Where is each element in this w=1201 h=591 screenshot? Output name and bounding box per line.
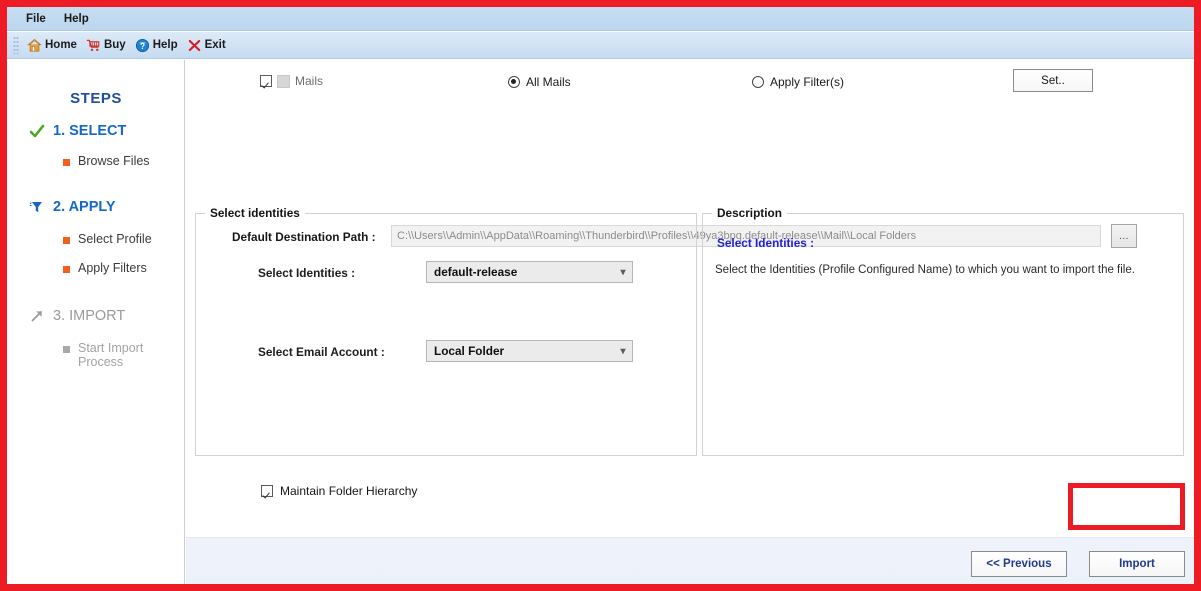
sidebar-item-browse-files-label: Browse Files [78, 154, 150, 168]
select-identities-value: default-release [434, 265, 518, 279]
sidebar-step-select[interactable]: 1. SELECT [29, 123, 126, 139]
select-identities-label: Select Identities : [258, 266, 356, 280]
sidebar-step-import-label: 3. IMPORT [53, 308, 126, 324]
help-circle-icon: ? [135, 38, 149, 52]
green-check-icon [29, 124, 45, 138]
sidebar-step-import[interactable]: 3. IMPORT [29, 308, 125, 324]
description-body: Select the Identities (Profile Configure… [715, 264, 1135, 276]
checkbox-icon[interactable] [260, 75, 272, 87]
sidebar-item-select-profile[interactable]: Select Profile [63, 232, 152, 246]
toolbar-home-button[interactable]: Home [24, 36, 83, 55]
select-email-account-label: Select Email Account : [258, 345, 385, 359]
sidebar-step-select-label: 1. SELECT [53, 123, 127, 139]
steps-title: STEPS [70, 90, 122, 107]
apply-filters-radio-label: Apply Filter(s) [770, 75, 845, 89]
radio-icon[interactable] [508, 76, 520, 88]
description-group: Description Select Identities : Select t… [702, 206, 1184, 456]
screenshot-root: File Help Home Buy ? Help Exit STEPS 1. … [0, 0, 1201, 591]
bullet-icon [63, 159, 70, 166]
mails-checkbox[interactable]: Mails [260, 74, 323, 88]
chevron-down-icon: ▾ [620, 266, 626, 278]
sidebar-step-apply[interactable]: 2. APPLY [29, 199, 116, 215]
footer-bar: << Previous Import [186, 537, 1194, 584]
apply-filters-radio[interactable]: Apply Filter(s) [752, 75, 844, 89]
main-panel: Mails All Mails Apply Filter(s) Set.. De… [186, 60, 1194, 584]
maintain-folder-hierarchy-label: Maintain Folder Hierarchy [280, 484, 418, 498]
chevron-down-icon: ▾ [620, 345, 626, 357]
sidebar-step-apply-label: 2. APPLY [53, 199, 116, 215]
sidebar-item-start-import[interactable]: Start Import Process [63, 341, 168, 369]
toolbar-exit-button[interactable]: Exit [184, 36, 232, 55]
sidebar-item-apply-filters[interactable]: Apply Filters [63, 261, 147, 275]
set-filters-button[interactable]: Set.. [1013, 69, 1093, 92]
toolbar-grip[interactable] [13, 36, 19, 54]
radio-icon[interactable] [752, 76, 764, 88]
toolbar-help-label: Help [152, 39, 178, 51]
bullet-icon [63, 237, 70, 244]
select-email-account-value: Local Folder [434, 344, 505, 358]
menu-help[interactable]: Help [55, 11, 98, 27]
bullet-icon [63, 346, 70, 353]
svg-text:?: ? [140, 41, 145, 50]
cart-icon [86, 39, 100, 51]
steps-sidebar: STEPS 1. SELECT Browse Files 2. APPLY Se… [7, 60, 185, 584]
mail-folder-icon [277, 74, 290, 88]
filter-icon [29, 202, 42, 213]
all-mails-radio[interactable]: All Mails [508, 75, 571, 89]
toolbar-home-label: Home [45, 39, 77, 51]
toolbar-buy-button[interactable]: Buy [83, 36, 132, 55]
menu-file[interactable]: File [17, 11, 55, 27]
all-mails-radio-label: All Mails [526, 75, 571, 89]
description-group-title: Description [712, 206, 787, 220]
select-email-account-dropdown[interactable]: Local Folder ▾ [426, 340, 633, 362]
arrow-up-right-icon [31, 311, 42, 322]
application-window: File Help Home Buy ? Help Exit STEPS 1. … [7, 7, 1194, 584]
previous-button[interactable]: << Previous [971, 551, 1067, 577]
description-heading: Select Identities : [717, 236, 815, 250]
close-x-icon [188, 39, 200, 51]
import-button[interactable]: Import [1089, 551, 1185, 577]
toolbar-help-button[interactable]: ? Help [132, 36, 184, 55]
checkbox-icon[interactable] [261, 485, 273, 497]
toolbar-buy-label: Buy [103, 39, 126, 51]
tool-bar: Home Buy ? Help Exit [7, 32, 1194, 59]
select-identities-group-title: Select identities [205, 206, 305, 220]
mails-checkbox-label: Mails [295, 74, 324, 88]
sidebar-item-browse-files[interactable]: Browse Files [63, 154, 150, 168]
sidebar-item-start-import-label: Start Import Process [78, 341, 144, 369]
maintain-folder-hierarchy-checkbox[interactable]: Maintain Folder Hierarchy [261, 484, 417, 498]
sidebar-item-select-profile-label: Select Profile [78, 232, 152, 246]
home-icon [27, 38, 42, 51]
sidebar-item-apply-filters-label: Apply Filters [78, 261, 147, 275]
content-area: STEPS 1. SELECT Browse Files 2. APPLY Se… [7, 60, 1194, 584]
menu-bar: File Help [7, 7, 1194, 31]
bullet-icon [63, 266, 70, 273]
toolbar-exit-label: Exit [204, 39, 226, 51]
select-identities-dropdown[interactable]: default-release ▾ [426, 261, 633, 283]
select-identities-group: Select identities Select Identities : de… [195, 206, 697, 456]
